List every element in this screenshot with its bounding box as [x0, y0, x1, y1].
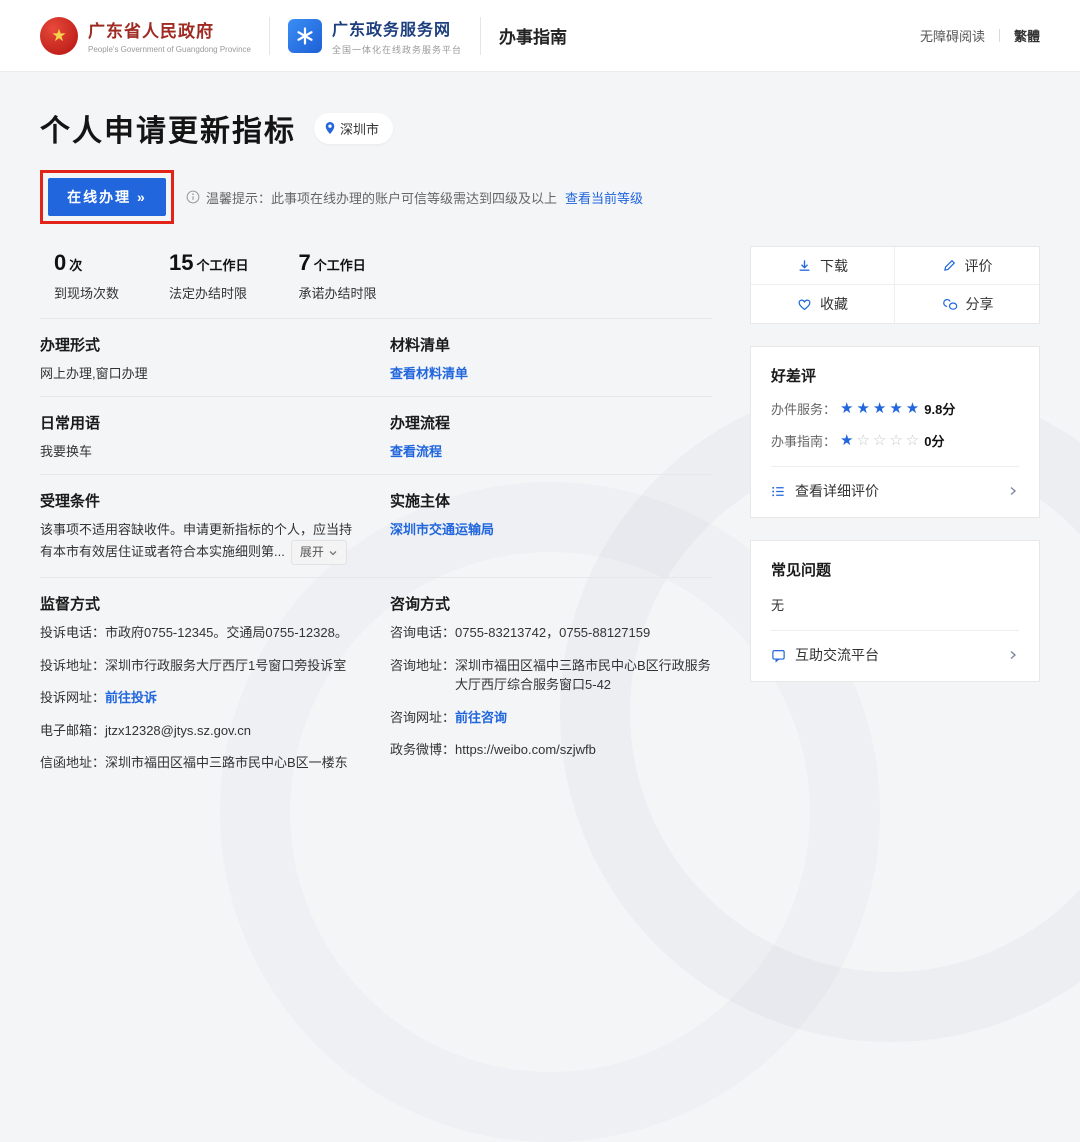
materials-list-link[interactable]: 查看材料清单 — [390, 366, 468, 381]
rating-row-guide: 办事指南： ★☆☆☆☆ 0分 — [771, 432, 945, 449]
section-materials: 材料清单 查看材料清单 — [390, 337, 469, 381]
complaint-phone: 投诉电话： 市政府0755-12345。交通局0755-12328。 — [40, 625, 348, 641]
header: ★ 广东省人民政府 People's Government of Guangdo… — [0, 0, 1080, 72]
rating-row-service: 办件服务： ★★★★★ 9.8分 — [771, 400, 956, 417]
divider — [479, 16, 481, 55]
info-row-1: 办理形式 网上办理,窗口办理 材料清单 查看材料清单 — [40, 319, 712, 396]
section-process: 办理流程 查看流程 — [390, 415, 451, 460]
portal-subtitle: 全国一体化在线政务服务平台 — [331, 44, 462, 55]
sidebar: 下载 评价 收藏 分享 好差评 办件服务： ★★★★★ 9.8分 办事指南： ★… — [750, 246, 1040, 682]
consult-phone: 咨询电话： 0755-83213742，0755-88127159 — [390, 625, 651, 641]
go-complain-link[interactable]: 前往投诉 — [105, 688, 157, 708]
annotation-highlight-box: 在线办理 » — [40, 170, 174, 224]
agency-link[interactable]: 深圳市交通运输局 — [390, 522, 494, 537]
header-utility: 无障碍阅读 繁體 — [920, 26, 1040, 45]
chevron-right-icon — [1007, 649, 1019, 661]
mutual-help-platform-link[interactable]: 互助交流平台 — [771, 645, 1019, 665]
stat-promised-limit: 7 个工作日 承诺办结时限 — [298, 250, 377, 301]
heart-icon — [797, 297, 812, 312]
portal-logo-icon — [287, 18, 322, 53]
tip-bar: 温馨提示：此事项在线办理的账户可信等级需达到四级及以上 查看当前等级 — [186, 188, 643, 207]
download-icon — [797, 258, 812, 273]
faq-card: 常见问题 无 互助交流平台 — [750, 540, 1040, 682]
section-acceptance-conditions: 受理条件 该事项不适用容缺收件。申请更新指标的个人，应当持有本市有效居住证或者符… — [40, 490, 390, 566]
chat-icon — [771, 648, 786, 663]
stats-row: 0次 到现场次数 15 个工作日 法定办结时限 7 个工作日 承诺办结时限 — [40, 246, 712, 318]
action-row: 在线办理 » 温馨提示：此事项在线办理的账户可信等级需达到四级及以上 查看当前等… — [40, 170, 1040, 224]
stars-service: ★★★★★ — [840, 400, 923, 417]
online-apply-button[interactable]: 在线办理 » — [48, 178, 166, 216]
chevron-down-icon — [328, 548, 338, 558]
consult-website: 咨询网址： 前往咨询 — [390, 708, 712, 728]
email: 电子邮箱： jtzx12328@jtys.sz.gov.cn — [40, 722, 251, 738]
traditional-chinese-toggle[interactable]: 繁體 — [1014, 26, 1040, 45]
stars-guide: ★☆☆☆☆ — [840, 432, 923, 449]
national-emblem-icon: ★ — [40, 16, 78, 55]
divider — [771, 466, 1019, 467]
main-content: 个人申请更新指标 深圳市 在线办理 » 温馨提示：此事项在线办理的账户可信等级需… — [0, 106, 1080, 798]
list-icon — [771, 484, 786, 499]
info-icon — [186, 190, 200, 204]
faq-empty-text: 无 — [771, 598, 785, 613]
process-link[interactable]: 查看流程 — [390, 444, 442, 459]
section-processing-form: 办理形式 网上办理,窗口办理 — [40, 337, 148, 381]
check-level-link[interactable]: 查看当前等级 — [565, 188, 643, 207]
quick-actions: 下载 评价 收藏 分享 — [750, 246, 1040, 324]
rating-card: 好差评 办件服务： ★★★★★ 9.8分 办事指南： ★☆☆☆☆ 0分 查看详细… — [750, 346, 1040, 518]
pencil-icon — [942, 258, 957, 273]
detail-panel: 0次 到现场次数 15 个工作日 法定办结时限 7 个工作日 承诺办结时限 办理形式… — [40, 246, 712, 798]
stat-statutory-limit: 15 个工作日 法定办结时限 — [169, 250, 249, 301]
info-row-3: 受理条件 该事项不适用容缺收件。申请更新指标的个人，应当持有本市有效居住证或者符… — [40, 475, 712, 577]
info-row-2: 日常用语 我要换车 办理流程 查看流程 — [40, 397, 712, 474]
section-consultation: 咨询方式 咨询电话： 0755-83213742，0755-88127159 咨… — [390, 593, 712, 786]
city-badge[interactable]: 深圳市 — [314, 112, 394, 144]
share-button[interactable]: 分享 — [895, 285, 1039, 323]
go-consult-link[interactable]: 前往咨询 — [455, 708, 507, 728]
divider — [771, 630, 1019, 631]
score-service: 9.8分 — [924, 402, 956, 417]
detail-evaluation-link[interactable]: 查看详细评价 — [771, 481, 1019, 501]
portal-name: 广东政务服务网 — [331, 21, 451, 39]
faq-title: 常见问题 — [771, 562, 832, 579]
download-button[interactable]: 下载 — [751, 247, 895, 285]
score-guide: 0分 — [924, 434, 945, 449]
divider — [998, 29, 1000, 42]
section-supervision: 监督方式 投诉电话： 市政府0755-12345。交通局0755-12328。 … — [40, 593, 390, 786]
consult-address: 咨询地址： 深圳市福田区福中三路市民中心B区行政服务大厅西厅综合服务窗口5-42 — [390, 657, 711, 693]
title-row: 个人申请更新指标 深圳市 — [40, 106, 1040, 150]
divider — [268, 16, 270, 55]
stat-visits: 0次 到现场次数 — [54, 250, 120, 301]
gov-name: 广东省人民政府 — [88, 22, 214, 41]
section-daily-term: 日常用语 我要换车 — [40, 415, 101, 460]
rating-title: 好差评 — [771, 368, 817, 385]
page-section-title: 办事指南 — [498, 28, 567, 47]
accessibility-link[interactable]: 无障碍阅读 — [920, 26, 985, 45]
mail-address: 信函地址： 深圳市福田区福中三路市民中心B区一楼东 — [40, 755, 348, 771]
chevron-right-icon — [1007, 485, 1019, 497]
brand-area: ★ 广东省人民政府 People's Government of Guangdo… — [40, 16, 567, 56]
complaint-website: 投诉网址： 前往投诉 — [40, 688, 360, 708]
city-badge-label: 深圳市 — [340, 121, 380, 137]
complaint-address: 投诉地址： 深圳市行政服务大厅西厅1号窗口旁投诉室 — [40, 657, 347, 673]
gov-weibo: 政务微博： https://weibo.com/szjwfb — [390, 742, 596, 758]
section-implementing-agency: 实施主体 深圳市交通运输局 — [390, 493, 495, 538]
info-row-4: 监督方式 投诉电话： 市政府0755-12345。交通局0755-12328。 … — [40, 578, 712, 798]
tip-text: 温馨提示：此事项在线办理的账户可信等级需达到四级及以上 — [206, 190, 558, 206]
location-pin-icon — [324, 121, 336, 135]
evaluate-button[interactable]: 评价 — [895, 247, 1039, 285]
share-icon — [941, 297, 958, 311]
favorite-button[interactable]: 收藏 — [751, 285, 895, 323]
expand-button[interactable]: 展开 — [290, 540, 347, 566]
gov-subtitle: People's Government of Guangdong Provinc… — [88, 45, 251, 54]
page-title: 个人申请更新指标 — [40, 115, 296, 148]
